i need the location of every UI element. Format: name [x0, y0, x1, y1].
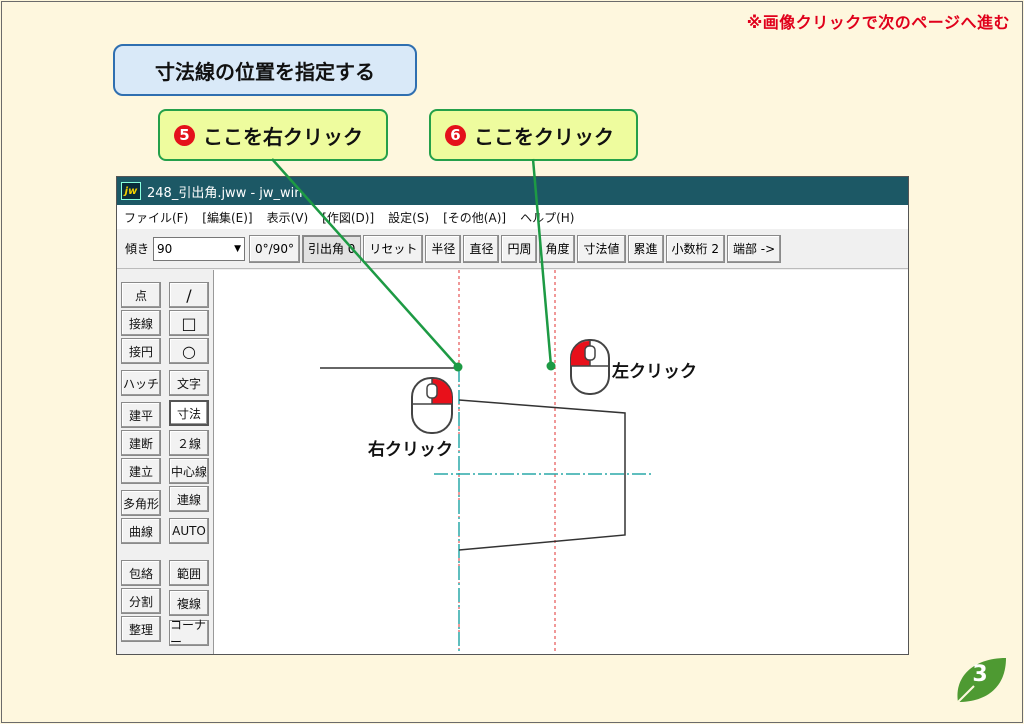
tool-hatch[interactable]: ハッチ [121, 370, 161, 396]
line-icon-glyph: / [186, 285, 192, 305]
menu-view[interactable]: 表示(V) [260, 209, 316, 226]
menu-draw[interactable]: [作図(D)] [315, 209, 381, 226]
tool-range[interactable]: 範囲 [169, 560, 209, 586]
dimension-toolbar: 傾き 90 ▼ 0°/90° 引出角 0 リセット 半径 直径 円周 角度 寸法… [117, 229, 908, 269]
tool-panel: 点 接線 接円 ハッチ 建平 建断 建立 多角形 曲線 包絡 分割 整理 / □… [117, 270, 213, 654]
rectangle-icon[interactable]: □ [169, 310, 209, 336]
next-page-note[interactable]: ※画像クリックで次のページへ進む [747, 9, 1010, 33]
tool-polygon[interactable]: 多角形 [121, 490, 161, 516]
angle-combobox[interactable]: 90 ▼ [153, 236, 245, 261]
tool-dimension[interactable]: 寸法 [169, 400, 209, 426]
tool-auto[interactable]: AUTO [169, 518, 209, 544]
tool-double-line[interactable]: ２線 [169, 430, 209, 456]
circle-icon-glyph: ○ [182, 341, 196, 361]
end-style-button[interactable]: 端部 -> [726, 234, 782, 263]
toggle-0-90-button[interactable]: 0°/90° [249, 234, 300, 263]
left-click-label: 左クリック [612, 362, 697, 382]
menu-other[interactable]: [その他(A)] [436, 209, 513, 226]
menu-bar: ファイル(F) [編集(E)] 表示(V) [作図(D)] 設定(S) [その他… [117, 205, 908, 229]
tool-envelope[interactable]: 包絡 [121, 560, 161, 586]
circle-icon[interactable]: ○ [169, 338, 209, 364]
tool-building-section[interactable]: 建断 [121, 430, 161, 456]
tool-text[interactable]: 文字 [169, 370, 209, 396]
drawing-canvas[interactable] [213, 270, 908, 654]
window-title: 248_引出角.jww - jw_win [147, 185, 303, 201]
menu-edit[interactable]: [編集(E)] [195, 209, 259, 226]
app-logo: jw [121, 182, 141, 200]
tool-tidy[interactable]: 整理 [121, 616, 161, 642]
dropdown-arrow-icon[interactable]: ▼ [234, 244, 241, 254]
rectangle-icon-glyph: □ [181, 313, 197, 333]
tool-tangent-line[interactable]: 接線 [121, 310, 161, 336]
step-number-5: 5 [174, 124, 195, 146]
leader-angle-button[interactable]: 引出角 0 [301, 234, 362, 263]
tool-building-plan[interactable]: 建平 [121, 402, 161, 428]
tool-building-elevation[interactable]: 建立 [121, 458, 161, 484]
part-outline [458, 399, 626, 551]
tool-corner[interactable]: コーナー [169, 618, 209, 649]
step-title: 寸法線の位置を指定する [113, 44, 417, 96]
callout-left-click-text: ここをクリック [474, 124, 614, 149]
step-number-6: 6 [445, 124, 466, 146]
decimal-places-button[interactable]: 小数桁 2 [665, 234, 725, 263]
callout-left-click: 6 ここをクリック [429, 109, 638, 161]
drawing-svg [320, 270, 651, 654]
page-number: 3 [972, 662, 988, 687]
angle-label: 傾き [125, 242, 150, 256]
diameter-button[interactable]: 直径 [463, 234, 500, 263]
callout-right-click: 5 ここを右クリック [158, 109, 388, 161]
page-number-badge: 3 [950, 652, 1010, 708]
angle-button[interactable]: 角度 [539, 234, 576, 263]
menu-settings[interactable]: 設定(S) [381, 209, 436, 226]
line-icon[interactable]: / [169, 282, 209, 308]
tool-offset[interactable]: 複線 [169, 590, 209, 616]
circumference-button[interactable]: 円周 [501, 234, 538, 263]
callout-right-click-text: ここを右クリック [203, 124, 363, 149]
tool-tangent-circle[interactable]: 接円 [121, 338, 161, 364]
right-click-label: 右クリック [368, 440, 453, 460]
jw-cad-window: jw 248_引出角.jww - jw_win ファイル(F) [編集(E)] … [116, 176, 909, 655]
dimension-value-button[interactable]: 寸法値 [577, 234, 626, 263]
tool-connect-line[interactable]: 連線 [169, 486, 209, 512]
tool-center-line[interactable]: 中心線 [169, 458, 209, 484]
window-titlebar[interactable]: jw 248_引出角.jww - jw_win [117, 177, 908, 205]
menu-help[interactable]: ヘルプ(H) [513, 209, 581, 226]
tool-divide[interactable]: 分割 [121, 588, 161, 614]
tool-curve[interactable]: 曲線 [121, 518, 161, 544]
menu-file[interactable]: ファイル(F) [117, 209, 195, 226]
radius-button[interactable]: 半径 [425, 234, 462, 263]
angle-value: 90 [157, 241, 173, 256]
tool-point[interactable]: 点 [121, 282, 161, 308]
cumulative-button[interactable]: 累進 [627, 234, 664, 263]
reset-button[interactable]: リセット [363, 234, 424, 263]
